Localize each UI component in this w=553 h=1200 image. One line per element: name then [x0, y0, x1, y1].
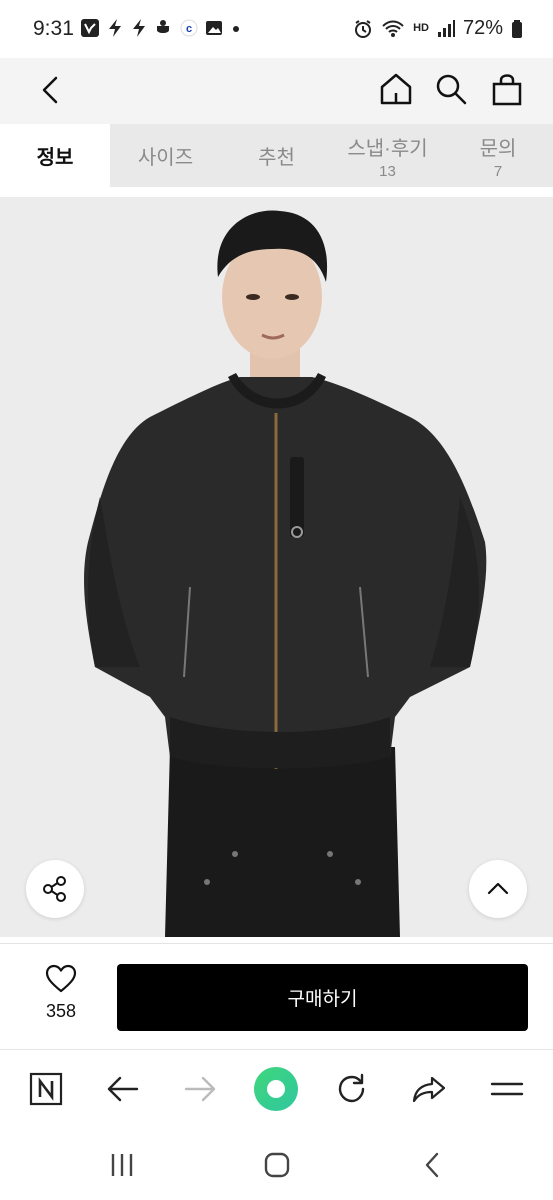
chevron-left-icon [425, 1152, 439, 1178]
refresh-button[interactable] [327, 1064, 377, 1114]
system-status: HD 72% [353, 17, 523, 40]
tab-label: 사이즈 [137, 147, 194, 169]
battery-percent: 72% [462, 17, 503, 39]
cup-icon [157, 20, 169, 33]
share-arrow-icon [412, 1076, 446, 1103]
purchase-bar: 358 구매하기 [0, 944, 553, 1048]
bolt-icon [109, 19, 121, 37]
status-time: 9:31 [33, 17, 74, 40]
home-icon [380, 73, 412, 105]
share-icon [43, 876, 66, 902]
home-square-icon [264, 1152, 290, 1178]
bolt-icon [133, 19, 145, 37]
tab-label: 추천 [258, 147, 295, 169]
share-button[interactable] [26, 860, 84, 918]
tab-snap-review[interactable]: 스냅·후기 13 [332, 124, 443, 187]
arrow-right-icon [184, 1076, 216, 1102]
top-nav-bar [0, 58, 553, 124]
menu-button[interactable] [482, 1064, 532, 1114]
system-back-button[interactable] [412, 1145, 452, 1185]
c-app-icon: c [180, 19, 198, 37]
hamburger-menu-icon [490, 1082, 524, 1096]
tab-info[interactable]: 정보 [0, 124, 110, 187]
shopping-bag-icon [492, 74, 522, 106]
svg-text:c: c [186, 23, 192, 35]
tab-inquiry[interactable]: 문의 7 [443, 124, 553, 187]
home-system-button[interactable] [257, 1145, 297, 1185]
browser-forward-button[interactable] [175, 1064, 225, 1114]
naver-n-icon [29, 1072, 63, 1106]
battery-icon [512, 19, 522, 38]
buy-button[interactable]: 구매하기 [117, 964, 528, 1031]
product-image[interactable] [0, 197, 553, 937]
like-count: 358 [45, 1001, 77, 1021]
alarm-icon [355, 19, 372, 38]
heart-icon [45, 964, 77, 993]
search-button[interactable] [428, 66, 474, 112]
product-tabs: 정보 사이즈 추천 스냅·후기 13 문의 7 [0, 124, 553, 187]
wifi-icon [382, 20, 404, 37]
model-photo [0, 197, 553, 937]
cart-button[interactable] [484, 66, 530, 112]
tab-label: 정보 [36, 147, 74, 169]
chevron-up-icon [487, 882, 509, 895]
tab-count: 13 [379, 162, 396, 180]
network-label: HD [413, 22, 429, 34]
signal-icon [437, 19, 455, 37]
tab-count: 7 [493, 162, 503, 180]
chevron-left-icon [42, 76, 58, 104]
more-dot-icon [233, 26, 239, 32]
image-icon [206, 21, 222, 35]
share-page-button[interactable] [404, 1064, 454, 1114]
like-button[interactable]: 358 [30, 964, 92, 1022]
scroll-top-button[interactable] [469, 860, 527, 918]
green-dot-button[interactable] [251, 1064, 301, 1114]
tab-recommend[interactable]: 추천 [221, 124, 332, 187]
recent-apps-button[interactable] [102, 1145, 142, 1185]
browser-toolbar [0, 1049, 553, 1129]
status-bar: 9:31 c HD 72% [0, 0, 553, 58]
browser-back-button[interactable] [98, 1064, 148, 1114]
home-button[interactable] [373, 66, 419, 112]
recent-apps-icon [111, 1154, 133, 1176]
tab-size[interactable]: 사이즈 [110, 124, 221, 187]
arrow-left-icon [107, 1076, 139, 1102]
app-notification-icon [81, 19, 99, 37]
refresh-icon [338, 1073, 365, 1103]
notification-icons: c [80, 18, 242, 38]
green-dot-icon [254, 1067, 298, 1111]
tab-label: 문의 [479, 137, 517, 160]
system-navigation-bar [0, 1129, 553, 1200]
naver-button[interactable] [21, 1064, 71, 1114]
tab-label: 스냅·후기 [347, 137, 428, 160]
search-icon [436, 74, 467, 105]
back-button[interactable] [28, 68, 72, 112]
